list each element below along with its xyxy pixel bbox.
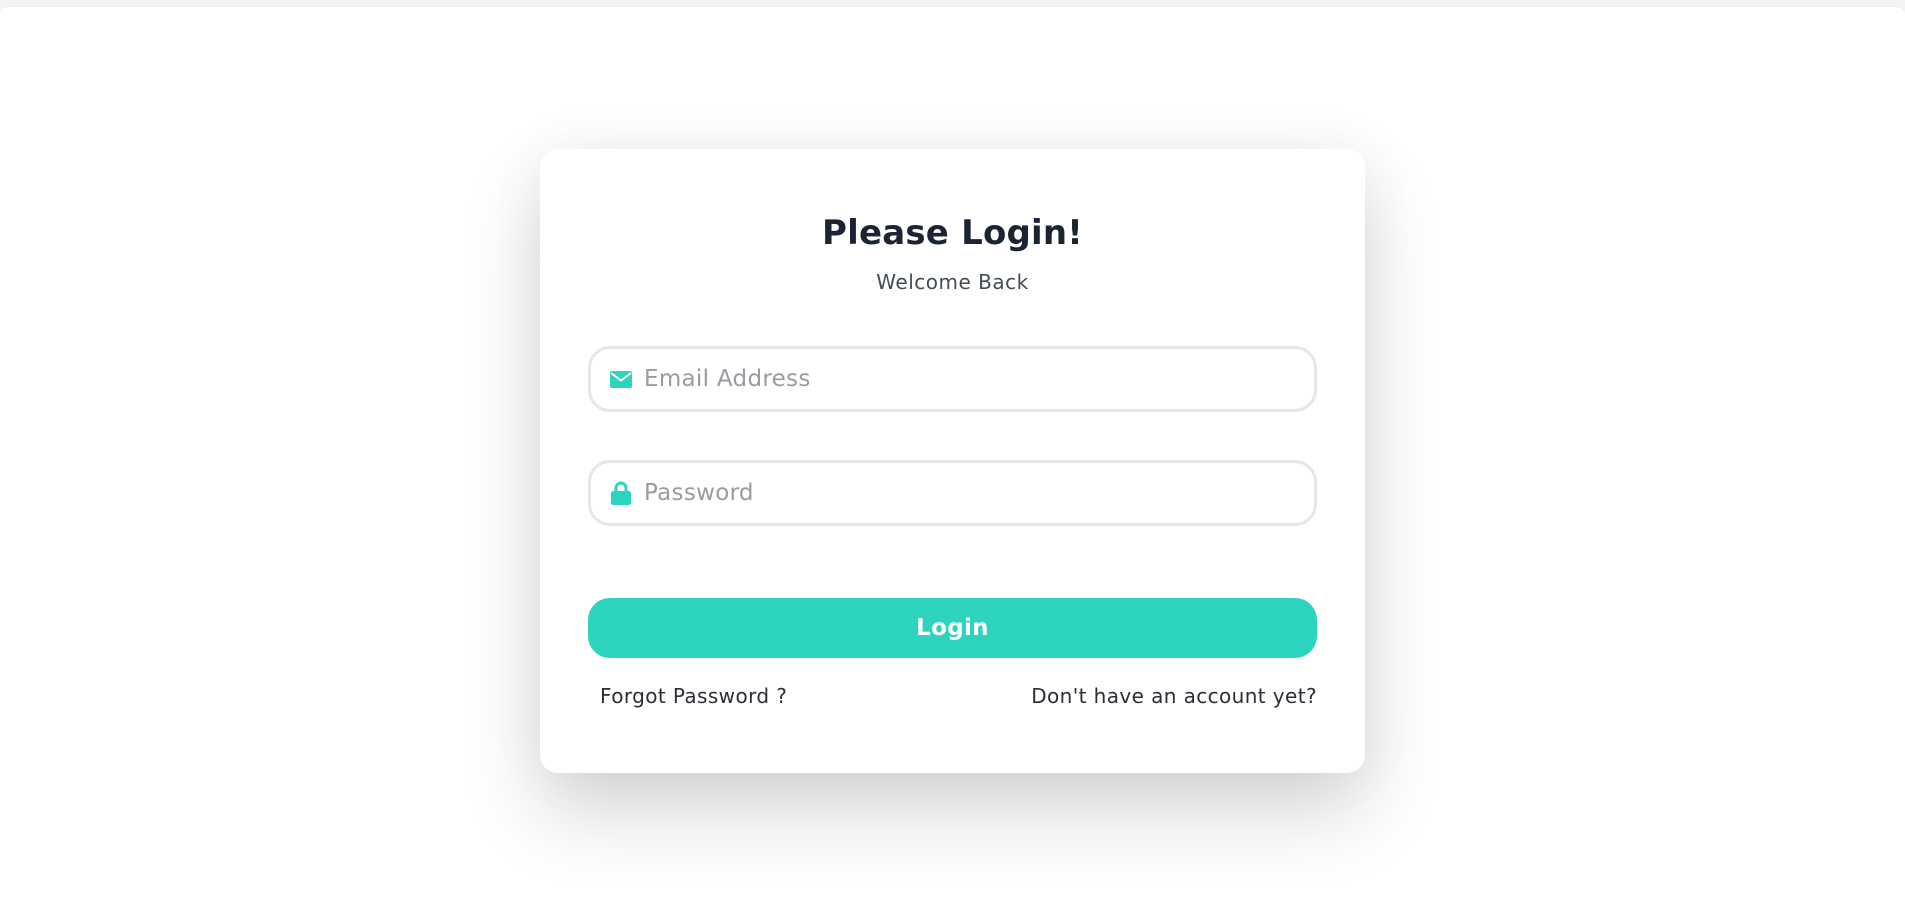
password-field[interactable] xyxy=(588,460,1317,526)
page-subtitle: Welcome Back xyxy=(876,270,1029,294)
password-input[interactable] xyxy=(644,463,1314,523)
envelope-icon xyxy=(610,368,632,390)
login-button[interactable]: Login xyxy=(588,598,1317,658)
forgot-password-link[interactable]: Forgot Password ? xyxy=(600,684,787,708)
email-field[interactable] xyxy=(588,346,1317,412)
login-card: Please Login! Welcome Back Login Forgot … xyxy=(540,149,1365,773)
page-background: Please Login! Welcome Back Login Forgot … xyxy=(0,6,1905,901)
email-input[interactable] xyxy=(644,349,1314,409)
signup-link[interactable]: Don't have an account yet? xyxy=(1031,684,1317,708)
lock-icon xyxy=(610,481,632,505)
page-title: Please Login! xyxy=(821,213,1084,253)
